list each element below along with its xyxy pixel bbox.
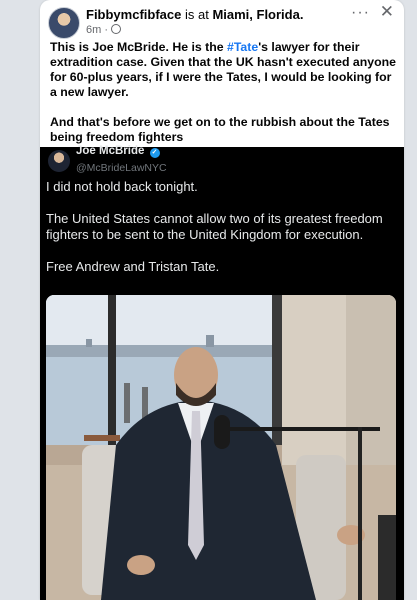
location-connector: is at: [181, 7, 213, 22]
post-paragraph-1: This is Joe McBride. He is the #Tate's l…: [50, 40, 396, 100]
tweet-paragraph: I did not hold back tonight.: [46, 179, 198, 194]
tweet-author-name-line: Joe McBride ✓: [76, 145, 160, 158]
post-text: This is Joe McBride. He is the #Tate's l…: [50, 40, 396, 160]
photo-illustration: [46, 295, 396, 600]
post-header: Fibbymcfibface is at Miami, Florida. 6m …: [40, 0, 404, 40]
globe-icon: [111, 24, 122, 34]
more-horizontal-icon: ···: [351, 4, 370, 21]
tweet-photo[interactable]: [46, 295, 396, 600]
close-button[interactable]: ✕: [380, 2, 394, 22]
tweet-paragraph: Free Andrew and Tristan Tate.: [46, 259, 220, 274]
post-meta: Fibbymcfibface is at Miami, Florida. 6m …: [86, 7, 356, 37]
post-text-segment: This is Joe McBride. He is the: [50, 40, 227, 54]
facebook-post-card: Fibbymcfibface is at Miami, Florida. 6m …: [40, 0, 404, 600]
author-name[interactable]: Fibbymcfibface: [86, 7, 181, 22]
hashtag-link[interactable]: #Tate: [227, 40, 258, 54]
tweet-body: I did not hold back tonight. The United …: [46, 179, 396, 291]
author-avatar[interactable]: [48, 7, 80, 39]
post-time[interactable]: 6m: [86, 24, 101, 36]
author-line: Fibbymcfibface is at Miami, Florida.: [86, 7, 356, 23]
more-options-button[interactable]: ···: [351, 4, 370, 22]
tweet-paragraph: The United States cannot allow two of it…: [46, 211, 383, 242]
tweet-author-handle: @McBrideLawNYC: [76, 162, 167, 174]
tweet-author-avatar: [48, 150, 70, 172]
embedded-tweet-screenshot[interactable]: Joe McBride ✓ @McBrideLawNYC I did not h…: [40, 145, 404, 600]
close-icon: ✕: [379, 2, 394, 21]
post-paragraph-2: And that's before we get on to the rubbi…: [50, 115, 390, 144]
location-link[interactable]: Miami, Florida.: [212, 7, 303, 22]
verified-badge-icon: ✓: [149, 148, 160, 158]
tweet-author-name: Joe McBride: [76, 145, 145, 157]
post-timestamp-line: 6m ·: [86, 23, 356, 37]
separator-dot: ·: [101, 24, 112, 36]
